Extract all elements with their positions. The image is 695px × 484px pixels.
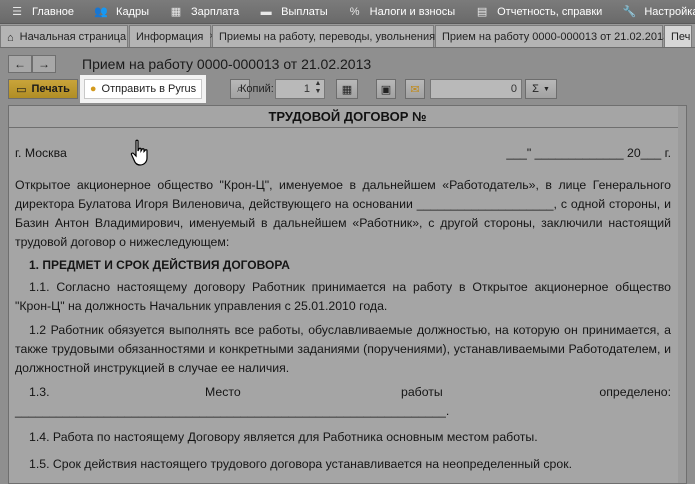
content-area: ← → Прием на работу 0000-000013 от 21.02… [0,49,695,484]
print-label: Печать [31,83,70,95]
wrench-icon: 🔧 [622,6,637,18]
sigma-icon: Σ [532,83,539,95]
table-mode-button[interactable]: ▦ [336,79,358,99]
pyrus-label: Отправить в Pyrus [101,83,197,95]
tab-home[interactable]: ⌂ Начальная страница [0,25,128,47]
clause-1-5: 1.5. Срок действия настоящего трудового … [29,457,572,471]
tab-print[interactable]: Печ [664,25,692,47]
menu-item-main[interactable]: ☰ Главное [0,0,84,24]
tab-label: Начальная страница [19,30,127,43]
send-to-pyrus-button[interactable]: ● Отправить в Pyrus [84,79,202,99]
sum-field[interactable]: 0 [430,79,522,99]
clause-1-3-word: работы [401,385,443,399]
copies-spinner[interactable]: ▲ ▼ [312,80,324,98]
back-button[interactable]: ← [8,55,32,73]
city: г. Москва [15,146,67,160]
tab-label: Информация [136,30,204,43]
menu-item-settings[interactable]: 🔧 Настройка [612,0,695,24]
page-title: Прием на работу 0000-000013 от 21.02.201… [82,56,372,72]
clause-1-3-word: определено: [599,385,671,399]
people-icon: 👥 [94,6,108,18]
clause-1-2: 1.2 Работник обязуется выполнять все раб… [15,323,671,375]
menu-item-label: Главное [32,5,75,18]
wallet-icon: ▬ [260,5,272,18]
menu-icon: ☰ [12,6,22,18]
chevron-up-icon[interactable]: ▲ [312,80,324,88]
tab-label: Печ [671,30,691,43]
tab-information[interactable]: Информация × [129,25,215,47]
email-button[interactable]: ✉ [405,79,425,99]
menu-item-label: Выплаты [281,5,328,18]
table-icon: ▦ [341,83,353,96]
printer-icon: ▭ [16,83,27,96]
document-sheet[interactable]: ТРУДОВОЙ ДОГОВОР № г. Москва ___" ______… [8,105,687,484]
menu-item-label: Зарплата [191,5,240,18]
save-button[interactable]: ▣ [376,79,396,99]
date-line: ___" _____________ 20___ г. [506,146,671,160]
intro-paragraph: Открытое акционерное общество "Крон-Ц", … [15,178,671,249]
tab-label: Прием на работу 0000-000013 от 21.02.201… [442,30,670,43]
navigation-buttons: ← → [8,55,56,73]
copies-label: Копий: [240,83,274,95]
main-menu-bar: ☰ Главное 👥 Кадры ▦ Зарплата ▬ Выплаты %… [0,0,695,24]
menu-item-label: Настройка [644,5,695,18]
menu-item-taxes[interactable]: % Налоги и взносы [338,0,466,24]
print-button[interactable]: ▭ Печать [8,79,78,99]
sum-button[interactable]: Σ ▼ [525,79,557,99]
menu-item-reports[interactable]: ▤ Отчетность, справки [465,0,612,24]
clause-1-3-line: ________________________________________… [15,404,450,418]
calculator-icon: ▦ [170,6,182,18]
clause-1-1: 1.1. Согласно настоящему договору Работн… [15,280,671,313]
pyrus-icon: ● [89,83,97,95]
menu-item-payments[interactable]: ▬ Выплаты [249,0,337,24]
chevron-down-icon: ▼ [542,85,550,93]
percent-icon: % [349,5,360,18]
city-date-row: г. Москва ___" _____________ 20___ г. [15,146,671,160]
scrollbar[interactable] [678,106,686,483]
hand-cursor-icon [130,139,148,166]
clause-1-3-word: Место [205,385,241,399]
home-icon: ⌂ [7,31,14,44]
floppy-icon: ▣ [380,83,392,96]
tab-hire-document[interactable]: Прием на работу 0000-000013 от 21.02.201… [435,25,681,47]
section-title: 1. ПРЕДМЕТ И СРОК ДЕЙСТВИЯ ДОГОВОРА [29,258,290,272]
chevron-down-icon[interactable]: ▼ [312,88,324,96]
toolbar: ▭ Печать ● Отправить в Pyrus ⌕ Копий: 1 … [8,79,695,101]
menu-item-salary[interactable]: ▦ Зарплата [159,0,249,24]
forward-button[interactable]: → [32,55,56,73]
report-icon: ▤ [476,6,488,18]
tab-bar: ⌂ Начальная страница Информация × Приемы… [0,24,695,48]
envelope-icon: ✉ [410,83,420,96]
menu-item-label: Отчетность, справки [497,5,603,18]
menu-item-label: Кадры [116,5,149,18]
document-header: ТРУДОВОЙ ДОГОВОР № [9,106,686,128]
clause-1-3-number: 1.3. [29,385,50,399]
menu-item-label: Налоги и взносы [369,5,456,18]
menu-item-staff[interactable]: 👥 Кадры [84,0,159,24]
tab-label: Приемы на работу, переводы, увольнения [219,30,436,43]
tab-hirings[interactable]: Приемы на работу, переводы, увольнения × [212,25,447,47]
clause-1-4: 1.4. Работа по настоящему Договору являе… [29,430,538,444]
